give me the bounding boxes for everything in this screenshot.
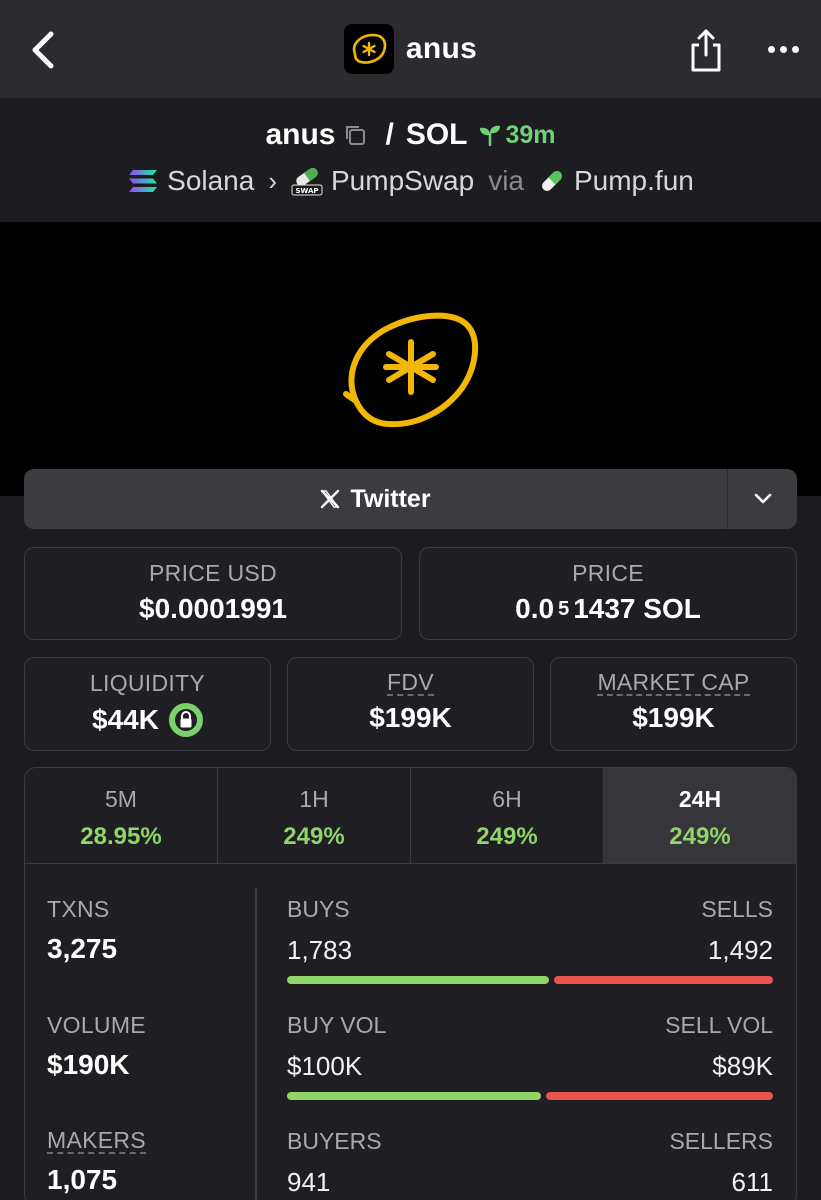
price-native-card: PRICE 0.0 5 1437 SOL bbox=[419, 547, 797, 640]
liquidity-value: $44K bbox=[92, 704, 159, 735]
buys-bar-fill bbox=[287, 976, 549, 984]
makers-block[interactable]: MAKERS 1,075 bbox=[47, 1128, 146, 1196]
chevron-down-icon bbox=[754, 493, 771, 504]
chain-breadcrumb: Solana › SWAP PumpSwap via Pump.fun bbox=[0, 165, 821, 197]
sell-vol-label: SELL VOL bbox=[665, 1012, 773, 1038]
dex-link[interactable]: PumpSwap bbox=[331, 165, 474, 197]
tab-1h[interactable]: 1H 249% bbox=[218, 768, 411, 863]
social-dropdown-button[interactable] bbox=[727, 469, 797, 529]
copy-icon bbox=[346, 126, 366, 145]
pair-title: anus / SOL 39m bbox=[0, 118, 821, 152]
more-options-button[interactable] bbox=[760, 34, 806, 64]
price-usd-card: PRICE USD $0.0001991 bbox=[24, 547, 402, 640]
buyers-value: 941 bbox=[287, 1167, 331, 1197]
tab-6h-change: 249% bbox=[476, 823, 538, 850]
sells-bar-fill bbox=[553, 976, 773, 984]
buy-vol-label: BUY VOL bbox=[287, 1012, 387, 1038]
copy-address-button[interactable] bbox=[343, 123, 367, 147]
buys-label: BUYS bbox=[287, 896, 350, 922]
makers-label: MAKERS bbox=[47, 1127, 146, 1154]
sell-vol-bar-fill bbox=[546, 1092, 773, 1100]
buy-vol-bar-fill bbox=[287, 1092, 542, 1100]
buy-sell-volume-row: BUY VOL SELL VOL $100K $89K bbox=[287, 1012, 773, 1100]
pair-header bbox=[0, 98, 821, 222]
pumpswap-icon: SWAP bbox=[291, 166, 323, 196]
more-dots-icon bbox=[767, 45, 775, 53]
liquidity-card: LIQUIDITY $44K bbox=[24, 657, 271, 751]
fdv-card[interactable]: FDV $199K bbox=[287, 657, 534, 751]
launchpad-link[interactable]: Pump.fun bbox=[574, 165, 694, 197]
sellers-value: 611 bbox=[731, 1167, 773, 1197]
pumpfun-icon bbox=[538, 167, 566, 195]
buys-value: 1,783 bbox=[287, 935, 353, 965]
price-native-label: PRICE bbox=[572, 560, 644, 586]
sells-label: SELLS bbox=[701, 896, 773, 922]
fdv-label: FDV bbox=[387, 669, 434, 696]
volume-block: VOLUME $190K bbox=[47, 1012, 146, 1081]
base-token-symbol: anus bbox=[265, 118, 336, 151]
token-banner-logo-icon bbox=[342, 312, 478, 428]
price-zero-count: 5 bbox=[558, 597, 570, 620]
sells-value: 1,492 bbox=[707, 935, 773, 965]
tab-1h-change: 249% bbox=[283, 823, 345, 850]
txns-block: TXNS 3,275 bbox=[47, 896, 117, 965]
buy-vol-value: $100K bbox=[287, 1051, 363, 1081]
market-cap-label: MARKET CAP bbox=[597, 669, 750, 696]
solana-icon bbox=[127, 168, 159, 194]
share-button[interactable] bbox=[683, 24, 729, 76]
token-banner bbox=[0, 222, 821, 496]
via-text: via bbox=[488, 165, 524, 196]
share-icon bbox=[691, 29, 721, 72]
tab-6h[interactable]: 6H 249% bbox=[411, 768, 604, 863]
market-cap-value: $199K bbox=[632, 702, 715, 733]
buyers-label: BUYERS bbox=[287, 1128, 382, 1154]
top-nav-bar: anus bbox=[0, 0, 821, 98]
token-logo-icon bbox=[343, 24, 394, 74]
liquidity-value-row: $44K bbox=[25, 703, 270, 737]
txns-label: TXNS bbox=[47, 896, 110, 922]
quote-token-symbol: SOL bbox=[405, 118, 468, 151]
volume-value: $190K bbox=[47, 1049, 130, 1080]
buy-sell-volume-bar bbox=[287, 1092, 773, 1100]
sellers-label: SELLERS bbox=[669, 1128, 773, 1154]
twitter-label: Twitter bbox=[350, 484, 431, 513]
makers-value: 1,075 bbox=[47, 1164, 118, 1195]
sprout-icon bbox=[479, 125, 500, 146]
stats-panel: 5M 28.95% 1H 249% 6H 249% 24H 249% TXNS … bbox=[24, 767, 797, 1200]
tab-24h[interactable]: 24H 249% bbox=[604, 768, 796, 863]
tab-5m-change: 28.95% bbox=[80, 823, 162, 850]
price-native-value: 0.0 5 1437 SOL bbox=[515, 593, 701, 624]
tab-5m[interactable]: 5M 28.95% bbox=[25, 768, 218, 863]
twitter-button[interactable]: Twitter bbox=[24, 469, 727, 529]
volume-label: VOLUME bbox=[47, 1012, 146, 1038]
chain-link[interactable]: Solana bbox=[167, 165, 254, 197]
liquidity-label: LIQUIDITY bbox=[89, 670, 206, 696]
fdv-value: $199K bbox=[369, 702, 452, 733]
txns-value: 3,275 bbox=[47, 933, 118, 964]
social-links-bar: Twitter bbox=[24, 469, 797, 529]
stats-divider bbox=[255, 888, 257, 1200]
buys-sells-bar bbox=[287, 976, 773, 984]
timeframe-tabs: 5M 28.95% 1H 249% 6H 249% 24H 249% bbox=[25, 768, 796, 864]
chevron-right-icon: › bbox=[268, 165, 277, 196]
tab-24h-change: 249% bbox=[669, 823, 731, 850]
price-usd-label: PRICE USD bbox=[149, 560, 277, 586]
page-title: anus bbox=[405, 32, 478, 65]
price-usd-value: $0.0001991 bbox=[139, 593, 287, 624]
market-cap-card[interactable]: MARKET CAP $199K bbox=[550, 657, 797, 751]
x-logo-icon bbox=[321, 489, 340, 509]
pair-separator: / bbox=[385, 118, 394, 151]
svg-text:SWAP: SWAP bbox=[296, 187, 319, 195]
buyers-sellers-row: BUYERS SELLERS 941 611 bbox=[287, 1128, 773, 1198]
sell-vol-value: $89K bbox=[712, 1051, 773, 1081]
buys-sells-row: BUYS SELLS 1,783 1,492 bbox=[287, 896, 773, 984]
lock-icon[interactable] bbox=[168, 703, 203, 737]
pair-age: 39m bbox=[478, 121, 556, 150]
pair-age-value: 39m bbox=[505, 120, 556, 149]
